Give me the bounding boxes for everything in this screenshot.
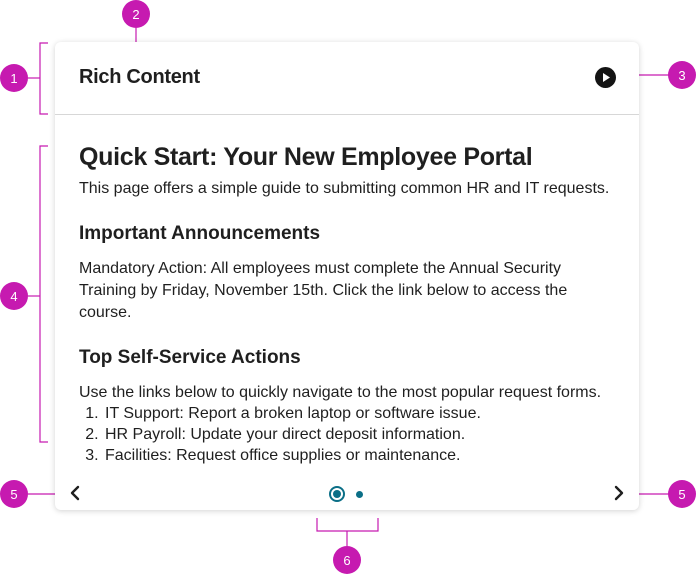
annotation-marker-1: 1 xyxy=(0,64,28,92)
rich-content-body: Quick Start: Your New Employee Portal Th… xyxy=(79,142,619,466)
chevron-left-icon[interactable] xyxy=(67,482,83,504)
announcements-heading: Important Announcements xyxy=(79,223,321,244)
annotation-marker-4: 4 xyxy=(0,282,28,310)
annotation-marker-6: 6 xyxy=(333,546,361,574)
content-heading: Quick Start: Your New Employee Portal xyxy=(79,143,533,171)
annotation-marker-5-left: 5 xyxy=(0,480,28,508)
annotation-marker-2: 2 xyxy=(122,0,150,28)
list-item: Facilities: Request office supplies or m… xyxy=(103,445,619,466)
annotation-marker-5-right: 5 xyxy=(668,480,696,508)
chevron-right-icon[interactable] xyxy=(611,482,627,504)
self-service-heading: Top Self-Service Actions xyxy=(79,347,301,368)
list-item: HR Payroll: Update your direct deposit i… xyxy=(103,424,619,445)
page-dot[interactable] xyxy=(356,491,363,498)
announcements-text: Mandatory Action: All employees must com… xyxy=(79,260,568,321)
rich-content-card: Rich Content Quick Start: Your New Emplo… xyxy=(55,42,639,510)
annotation-marker-3: 3 xyxy=(668,61,696,89)
self-service-text: Use the links below to quickly navigate … xyxy=(79,384,602,401)
play-icon[interactable] xyxy=(595,67,616,88)
card-title: Rich Content xyxy=(79,66,200,88)
content-intro: This page offers a simple guide to submi… xyxy=(79,180,610,197)
page-dot-active[interactable] xyxy=(329,486,345,502)
list-item: IT Support: Report a broken laptop or so… xyxy=(103,403,619,424)
self-service-list: IT Support: Report a broken laptop or so… xyxy=(79,403,619,466)
card-header: Rich Content xyxy=(55,42,639,115)
